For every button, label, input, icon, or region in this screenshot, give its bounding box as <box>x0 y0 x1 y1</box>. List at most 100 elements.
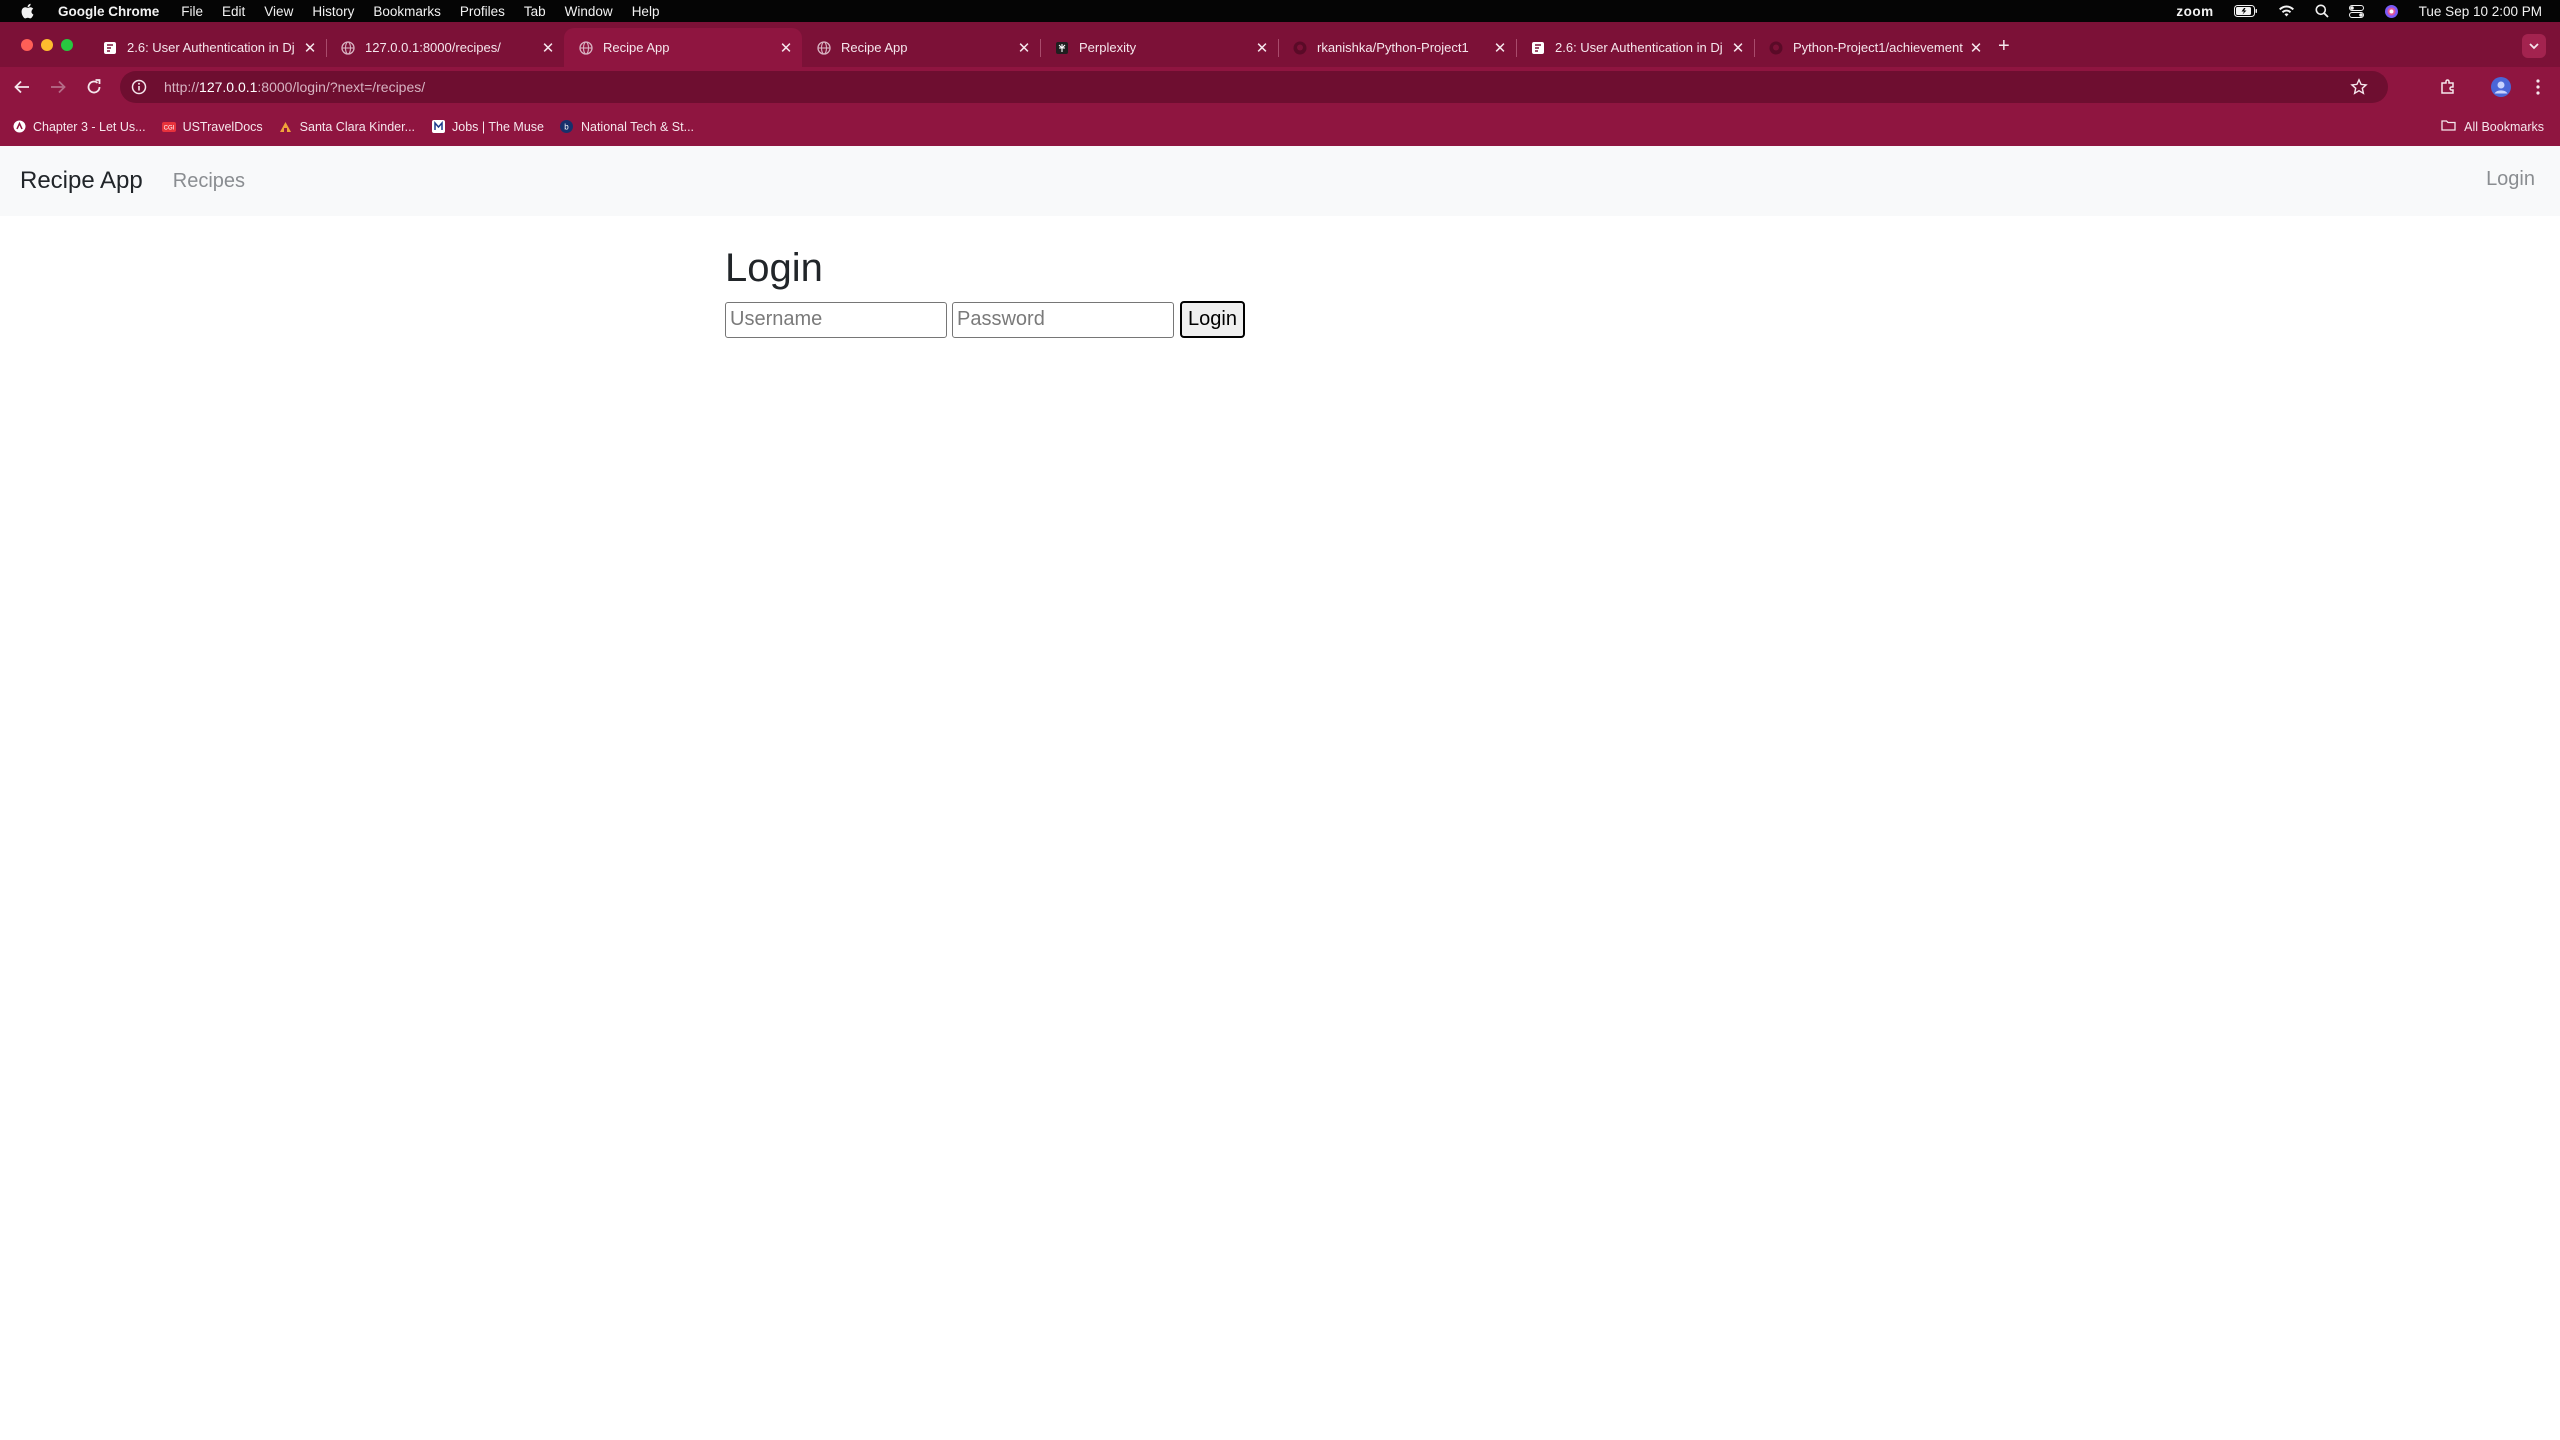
login-section: Login Login <box>725 246 1245 338</box>
tab-localhost-recipes[interactable]: 127.0.0.1:8000/recipes/ ✕ <box>326 28 564 67</box>
globe-icon <box>816 40 831 55</box>
username-input[interactable] <box>725 301 947 338</box>
nts-icon: b <box>560 120 574 134</box>
tab-title: 127.0.0.1:8000/recipes/ <box>365 40 501 55</box>
menu-profiles[interactable]: Profiles <box>460 4 505 19</box>
macos-menubar: Google Chrome File Edit View History Boo… <box>0 0 2560 22</box>
close-tab-icon[interactable]: ✕ <box>1014 39 1034 57</box>
tab-strip: 2.6: User Authentication in Dj ✕ 127.0.0… <box>0 22 2560 67</box>
bookmark-label: Santa Clara Kinder... <box>299 119 416 134</box>
minimize-window-button[interactable] <box>41 39 53 51</box>
svg-text:b: b <box>565 123 570 132</box>
battery-icon[interactable] <box>2233 5 2258 17</box>
login-submit-button[interactable]: Login <box>1180 301 1245 338</box>
spotlight-search-icon[interactable] <box>2315 4 2329 18</box>
apple-icon[interactable] <box>20 2 36 20</box>
menu-window[interactable]: Window <box>565 4 613 19</box>
all-bookmarks-button[interactable]: All Bookmarks <box>2441 119 2544 134</box>
siri-icon[interactable] <box>2384 4 2399 19</box>
bookmark-national-tech[interactable]: b National Tech & St... <box>560 120 694 134</box>
bookmark-label: Jobs | The Muse <box>452 119 544 134</box>
tab-title: Recipe App <box>841 40 908 55</box>
menu-history[interactable]: History <box>312 4 354 19</box>
menu-file[interactable]: File <box>181 4 203 19</box>
clock-datetime[interactable]: Tue Sep 10 2:00 PM <box>2419 4 2542 19</box>
close-tab-icon[interactable]: ✕ <box>538 39 558 57</box>
tab-title: Python-Project1/achievement <box>1793 40 1963 55</box>
tab-title: 2.6: User Authentication in Dj <box>1555 40 1723 55</box>
globe-icon <box>578 40 593 55</box>
tab-title: Recipe App <box>603 40 670 55</box>
svg-text:CGI: CGI <box>163 125 174 131</box>
menubar-status-area: zoom Tue Sep 10 2:00 PM <box>2176 0 2542 22</box>
address-bar[interactable]: http://127.0.0.1:8000/login/?next=/recip… <box>120 71 2388 103</box>
wifi-icon[interactable] <box>2278 5 2295 17</box>
reload-icon[interactable] <box>83 76 105 98</box>
url-scheme: http:// <box>164 79 200 95</box>
profile-avatar-icon[interactable] <box>2490 76 2512 98</box>
bookmark-santa-clara[interactable]: Santa Clara Kinder... <box>279 120 415 134</box>
navbar-brand[interactable]: Recipe App <box>20 167 143 195</box>
close-tab-icon[interactable]: ✕ <box>300 39 320 57</box>
chrome-menu-kebab-icon[interactable] <box>2527 76 2549 98</box>
doc-icon <box>1530 40 1545 55</box>
address-url: http://127.0.0.1:8000/login/?next=/recip… <box>164 79 425 95</box>
close-tab-icon[interactable]: ✕ <box>1252 39 1272 57</box>
menu-help[interactable]: Help <box>632 4 660 19</box>
bookmark-star-icon[interactable] <box>2350 78 2368 101</box>
school-icon <box>279 120 293 134</box>
tab-title: 2.6: User Authentication in Dj <box>127 40 295 55</box>
tab-github-achievement[interactable]: Python-Project1/achievement ✕ <box>1754 28 1992 67</box>
tab-user-auth-1[interactable]: 2.6: User Authentication in Dj ✕ <box>88 28 327 67</box>
control-center-icon[interactable] <box>2348 4 2364 18</box>
bookmarks-bar: Chapter 3 - Let Us... CGI USTravelDocs S… <box>0 107 2560 146</box>
folder-icon <box>2441 119 2456 134</box>
tab-user-auth-2[interactable]: 2.6: User Authentication in Dj ✕ <box>1516 28 1755 67</box>
browser-toolbar: http://127.0.0.1:8000/login/?next=/recip… <box>0 67 2560 107</box>
bookmark-label: Chapter 3 - Let Us... <box>33 119 146 134</box>
perplexity-icon <box>1054 40 1069 55</box>
zoom-window-button[interactable] <box>61 39 73 51</box>
nav-link-recipes[interactable]: Recipes <box>173 170 245 193</box>
tab-title: rkanishka/Python-Project1 <box>1317 40 1469 55</box>
url-host: 127.0.0.1 <box>199 79 258 95</box>
menu-tab[interactable]: Tab <box>524 4 546 19</box>
nav-link-login[interactable]: Login <box>2486 168 2535 191</box>
tab-search-chevron-icon[interactable] <box>2522 34 2546 58</box>
chapter-icon <box>12 120 26 134</box>
bookmark-ustraveldocs[interactable]: CGI USTravelDocs <box>161 119 263 134</box>
url-path: :8000/login/?next=/recipes/ <box>257 79 426 95</box>
tab-recipe-app-active[interactable]: Recipe App ✕ <box>564 28 802 67</box>
close-tab-icon[interactable]: ✕ <box>1966 39 1986 57</box>
menu-app-name[interactable]: Google Chrome <box>58 4 159 19</box>
close-tab-icon[interactable]: ✕ <box>1490 39 1510 57</box>
travel-icon: CGI <box>161 120 176 134</box>
password-input[interactable] <box>952 301 1174 338</box>
github-icon <box>1292 40 1307 55</box>
all-bookmarks-label: All Bookmarks <box>2464 119 2544 134</box>
forward-arrow-icon[interactable] <box>47 76 69 98</box>
bookmark-chapter3[interactable]: Chapter 3 - Let Us... <box>12 120 146 134</box>
tab-github-project[interactable]: rkanishka/Python-Project1 ✕ <box>1278 28 1517 67</box>
bookmark-label: National Tech & St... <box>580 119 695 134</box>
bookmark-label: USTravelDocs <box>182 119 263 134</box>
extensions-puzzle-icon[interactable] <box>2437 76 2459 98</box>
site-navbar: Recipe App Recipes Login <box>0 146 2560 216</box>
close-window-button[interactable] <box>21 39 33 51</box>
bookmark-the-muse[interactable]: Jobs | The Muse <box>431 120 544 134</box>
web-page: Recipe App Recipes Login Login Login <box>0 146 2560 1440</box>
close-tab-icon[interactable]: ✕ <box>776 39 796 57</box>
new-tab-plus-icon[interactable]: + <box>1998 36 2010 56</box>
menu-view[interactable]: View <box>264 4 293 19</box>
login-form: Login <box>725 301 1245 338</box>
menu-bookmarks[interactable]: Bookmarks <box>373 4 441 19</box>
menu-edit[interactable]: Edit <box>222 4 245 19</box>
doc-icon <box>102 40 117 55</box>
close-tab-icon[interactable]: ✕ <box>1728 39 1748 57</box>
github-icon <box>1768 40 1783 55</box>
tab-recipe-app[interactable]: Recipe App ✕ <box>802 28 1041 67</box>
site-info-icon[interactable] <box>130 78 148 96</box>
back-arrow-icon[interactable] <box>11 76 33 98</box>
zoom-status[interactable]: zoom <box>2176 4 2213 19</box>
tab-perplexity[interactable]: Perplexity ✕ <box>1040 28 1279 67</box>
